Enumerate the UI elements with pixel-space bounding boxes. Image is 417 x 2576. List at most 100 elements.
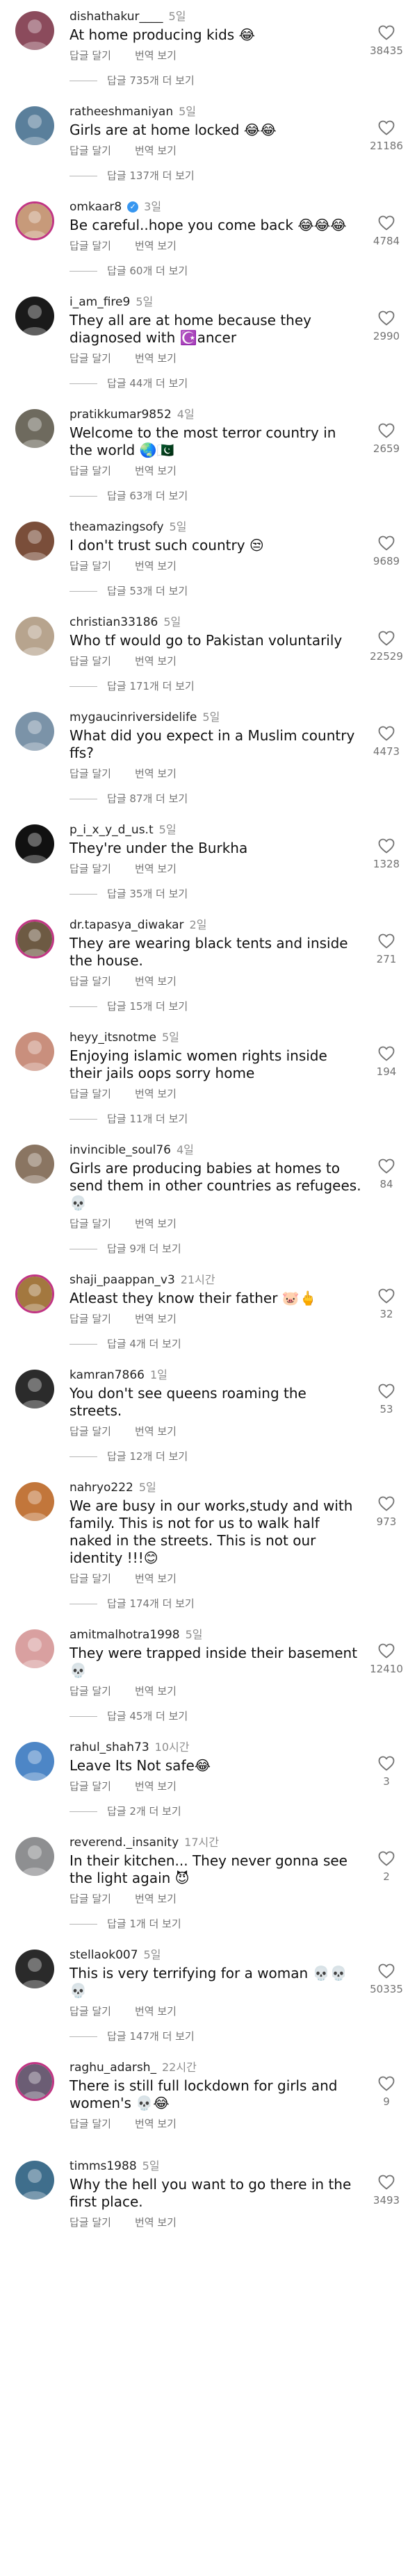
heart-icon[interactable]: [378, 310, 395, 326]
translate-button[interactable]: 번역 보기: [135, 654, 177, 669]
avatar[interactable]: [15, 1837, 54, 1876]
reply-button[interactable]: 답글 달기: [70, 1779, 111, 1794]
reply-button[interactable]: 답글 달기: [70, 1684, 111, 1699]
username[interactable]: rahul_shah73: [70, 1739, 149, 1756]
username[interactable]: i_am_fire9: [70, 294, 130, 310]
avatar[interactable]: [15, 1145, 54, 1183]
reply-button[interactable]: 답글 달기: [70, 351, 111, 366]
translate-button[interactable]: 번역 보기: [135, 1216, 177, 1231]
avatar[interactable]: [15, 2161, 54, 2200]
translate-button[interactable]: 번역 보기: [135, 1779, 177, 1794]
heart-icon[interactable]: [378, 535, 395, 551]
translate-button[interactable]: 번역 보기: [135, 1311, 177, 1327]
translate-button[interactable]: 번역 보기: [135, 48, 177, 63]
reply-button[interactable]: 답글 달기: [70, 2116, 111, 2132]
username[interactable]: raghu_adarsh_: [70, 2059, 156, 2076]
username[interactable]: nahryo222: [70, 1479, 133, 1496]
avatar[interactable]: [15, 11, 54, 50]
username[interactable]: shaji_paappan_v3: [70, 1272, 175, 1288]
view-replies-button[interactable]: 답글 53개 더 보기: [70, 583, 361, 610]
heart-icon[interactable]: [378, 423, 395, 438]
reply-button[interactable]: 답글 달기: [70, 1424, 111, 1439]
translate-button[interactable]: 번역 보기: [135, 2215, 177, 2230]
translate-button[interactable]: 번역 보기: [135, 143, 177, 158]
reply-button[interactable]: 답글 달기: [70, 1891, 111, 1906]
avatar[interactable]: [15, 106, 54, 145]
heart-icon[interactable]: [378, 2076, 395, 2091]
avatar[interactable]: [15, 1032, 54, 1071]
heart-icon[interactable]: [378, 1643, 395, 1659]
heart-icon[interactable]: [378, 2175, 395, 2190]
heart-icon[interactable]: [378, 1851, 395, 1866]
heart-icon[interactable]: [378, 726, 395, 741]
view-replies-button[interactable]: 답글 11개 더 보기: [70, 1111, 361, 1138]
avatar[interactable]: [15, 297, 54, 335]
heart-icon[interactable]: [378, 1496, 395, 1511]
translate-button[interactable]: 번역 보기: [135, 2116, 177, 2132]
heart-icon[interactable]: [378, 1963, 395, 1979]
username[interactable]: invincible_soul76: [70, 1142, 171, 1158]
avatar[interactable]: [15, 1370, 54, 1409]
view-replies-button[interactable]: 답글 35개 더 보기: [70, 886, 361, 913]
translate-button[interactable]: 번역 보기: [135, 1891, 177, 1906]
translate-button[interactable]: 번역 보기: [135, 861, 177, 876]
view-replies-button[interactable]: 답글 44개 더 보기: [70, 376, 361, 402]
translate-button[interactable]: 번역 보기: [135, 1571, 177, 1586]
reply-button[interactable]: 답글 달기: [70, 1216, 111, 1231]
avatar[interactable]: [15, 522, 54, 560]
translate-button[interactable]: 번역 보기: [135, 351, 177, 366]
avatar[interactable]: [15, 1950, 54, 1988]
username[interactable]: reverend._insanity: [70, 1834, 179, 1851]
view-replies-button[interactable]: 답글 4개 더 보기: [70, 1336, 361, 1363]
reply-button[interactable]: 답글 달기: [70, 861, 111, 876]
reply-button[interactable]: 답글 달기: [70, 766, 111, 781]
view-replies-button[interactable]: 답글 147개 더 보기: [70, 2029, 361, 2055]
view-replies-button[interactable]: 답글 15개 더 보기: [70, 999, 361, 1025]
translate-button[interactable]: 번역 보기: [135, 238, 177, 254]
avatar[interactable]: [15, 712, 54, 751]
heart-icon[interactable]: [378, 1288, 395, 1304]
translate-button[interactable]: 번역 보기: [135, 766, 177, 781]
username[interactable]: pratikkumar9852: [70, 406, 172, 423]
avatar[interactable]: [15, 1482, 54, 1521]
reply-button[interactable]: 답글 달기: [70, 2004, 111, 2019]
avatar[interactable]: [15, 201, 54, 240]
view-replies-button[interactable]: 답글 735개 더 보기: [70, 73, 361, 99]
translate-button[interactable]: 번역 보기: [135, 1684, 177, 1699]
username[interactable]: p_i_x_y_d_us.t: [70, 822, 154, 838]
avatar[interactable]: [15, 824, 54, 863]
view-replies-button[interactable]: 답글 2개 더 보기: [70, 1804, 361, 1830]
reply-button[interactable]: 답글 달기: [70, 48, 111, 63]
reply-button[interactable]: 답글 달기: [70, 654, 111, 669]
heart-icon[interactable]: [378, 1158, 395, 1174]
translate-button[interactable]: 번역 보기: [135, 463, 177, 479]
heart-icon[interactable]: [378, 1383, 395, 1399]
view-replies-button[interactable]: 답글 9개 더 보기: [70, 1241, 361, 1268]
avatar[interactable]: [15, 920, 54, 958]
reply-button[interactable]: 답글 달기: [70, 463, 111, 479]
view-replies-button[interactable]: 답글 60개 더 보기: [70, 263, 361, 290]
reply-button[interactable]: 답글 달기: [70, 1086, 111, 1102]
username[interactable]: amitmalhotra1998: [70, 1627, 180, 1643]
heart-icon[interactable]: [378, 25, 395, 40]
heart-icon[interactable]: [378, 1046, 395, 1061]
reply-button[interactable]: 답글 달기: [70, 558, 111, 574]
username[interactable]: mygaucinriversidelife: [70, 709, 197, 726]
username[interactable]: kamran7866: [70, 1367, 145, 1383]
reply-button[interactable]: 답글 달기: [70, 1571, 111, 1586]
username[interactable]: heyy_itsnotme: [70, 1029, 156, 1046]
view-replies-button[interactable]: 답글 1개 더 보기: [70, 1916, 361, 1943]
avatar[interactable]: [15, 1629, 54, 1668]
username[interactable]: dr.tapasya_diwakar: [70, 917, 184, 933]
username[interactable]: theamazingsofy: [70, 519, 164, 535]
heart-icon[interactable]: [378, 120, 395, 135]
heart-icon[interactable]: [378, 933, 395, 949]
avatar[interactable]: [15, 409, 54, 448]
heart-icon[interactable]: [378, 631, 395, 646]
view-replies-button[interactable]: 답글 137개 더 보기: [70, 168, 361, 194]
translate-button[interactable]: 번역 보기: [135, 2004, 177, 2019]
reply-button[interactable]: 답글 달기: [70, 2215, 111, 2230]
username[interactable]: ratheeshmaniyan: [70, 103, 173, 120]
username[interactable]: christian33186: [70, 614, 158, 631]
view-replies-button[interactable]: 답글 171개 더 보기: [70, 679, 361, 705]
